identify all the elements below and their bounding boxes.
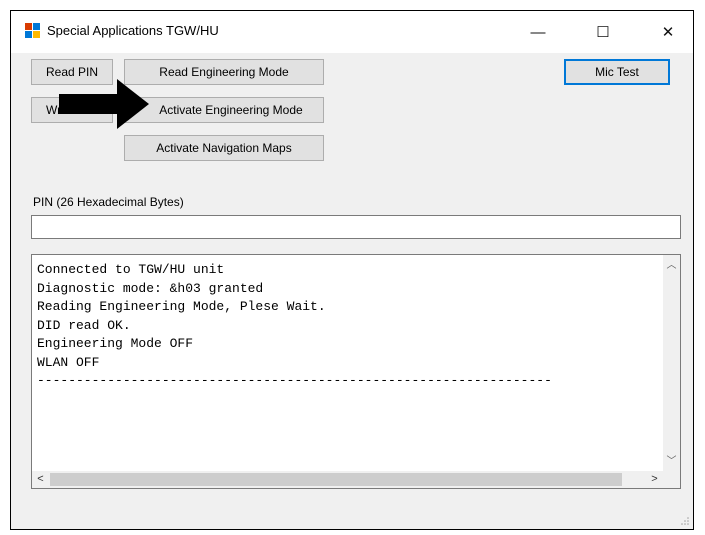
log-textbox[interactable]: Connected to TGW/HU unit Diagnostic mode… xyxy=(31,254,681,489)
horizontal-scrollbar[interactable]: < > xyxy=(32,471,663,488)
maximize-button[interactable]: ☐ xyxy=(581,11,625,53)
scroll-right-icon[interactable]: > xyxy=(646,471,663,488)
pointer-arrow-icon xyxy=(59,79,149,129)
activate-navigation-maps-button[interactable]: Activate Navigation Maps xyxy=(124,135,324,161)
scrollbar-corner xyxy=(663,471,680,488)
app-window: Special Applications TGW/HU — ☐ ✕ Read P… xyxy=(10,10,694,530)
close-button[interactable]: ✕ xyxy=(646,11,690,53)
title-bar: Special Applications TGW/HU — ☐ ✕ xyxy=(11,11,693,53)
pin-input[interactable] xyxy=(31,215,681,239)
app-window-icon xyxy=(25,23,40,38)
scroll-up-icon[interactable]: ︿ xyxy=(663,257,680,274)
scroll-left-icon[interactable]: < xyxy=(32,471,49,488)
scroll-down-icon[interactable]: ﹀ xyxy=(663,453,680,470)
log-text: Connected to TGW/HU unit Diagnostic mode… xyxy=(37,262,552,388)
pin-label: PIN (26 Hexadecimal Bytes) xyxy=(33,195,184,209)
resize-grip-icon[interactable] xyxy=(680,516,690,526)
horizontal-scroll-thumb[interactable] xyxy=(50,473,622,486)
vertical-scrollbar[interactable]: ︿ ﹀ xyxy=(663,255,680,472)
window-title: Special Applications TGW/HU xyxy=(47,23,219,38)
minimize-button[interactable]: — xyxy=(516,11,560,53)
mic-test-button[interactable]: Mic Test xyxy=(564,59,670,85)
